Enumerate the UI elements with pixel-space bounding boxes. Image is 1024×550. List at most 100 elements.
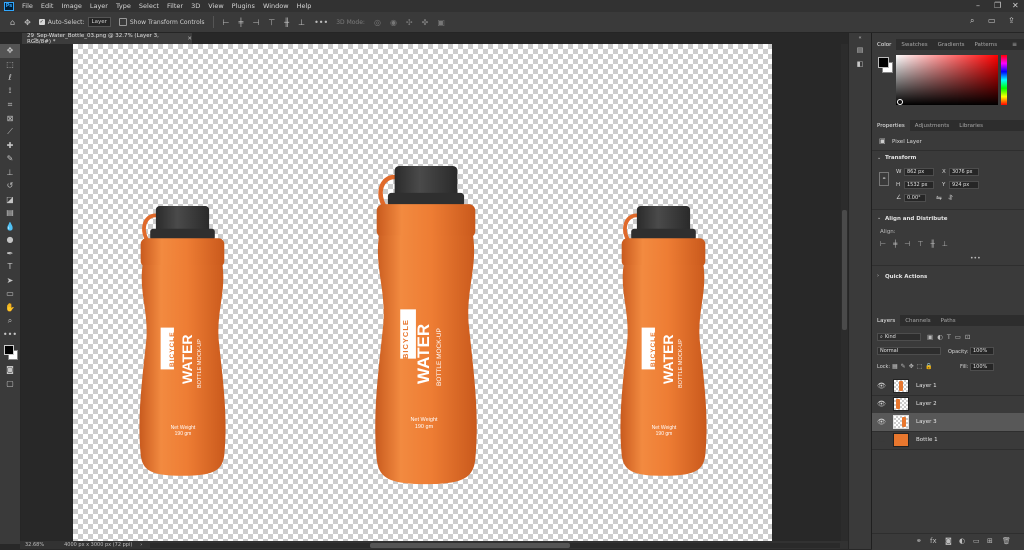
quick-select-tool-icon[interactable]: ⟟ — [0, 85, 20, 99]
menu-view[interactable]: View — [204, 2, 227, 10]
color-picker-cursor[interactable] — [897, 99, 903, 105]
more-options-icon[interactable]: ••• — [314, 18, 328, 27]
menu-window[interactable]: Window — [259, 2, 293, 10]
dodge-tool-icon[interactable]: ● — [0, 233, 20, 247]
type-tool-icon[interactable]: T — [0, 260, 20, 274]
document-canvas[interactable]: BICYCLE WATER BOTTLE MOCK-UP Net Weight … — [73, 44, 772, 541]
tab-color[interactable]: Color — [872, 39, 897, 50]
new-layer-icon[interactable]: ⊞ — [987, 537, 993, 545]
marquee-tool-icon[interactable]: ⬚ — [0, 58, 20, 72]
photoshop-logo-icon[interactable]: Ps — [4, 1, 14, 11]
tab-libraries[interactable]: Libraries — [954, 120, 988, 131]
rectangle-tool-icon[interactable]: ▭ — [0, 287, 20, 301]
align-hcenter-icon[interactable]: ╪ — [239, 18, 244, 27]
align-icons-row[interactable]: ⊢╪⊣⊤╫⊥ — [880, 240, 955, 248]
eyedropper-tool-icon[interactable]: ⟋ — [0, 125, 20, 139]
y-field[interactable]: 924 px — [949, 181, 979, 189]
layer-row-layer-3[interactable]: 👁 Layer 3 — [872, 413, 1024, 432]
color-foreground-swatch[interactable] — [878, 57, 889, 68]
edit-toolbar-icon[interactable]: ••• — [0, 328, 20, 342]
menu-image[interactable]: Image — [57, 2, 85, 10]
move-tool-icon[interactable]: ✥ — [0, 44, 20, 58]
chevron-down-icon[interactable]: ⌄ — [877, 155, 881, 161]
3d-roll-icon[interactable]: ◉ — [390, 18, 397, 27]
color-swatches[interactable] — [0, 341, 20, 363]
x-field[interactable]: 3076 px — [949, 168, 979, 176]
vertical-scroll-thumb[interactable] — [842, 210, 847, 330]
tab-gradients[interactable]: Gradients — [933, 39, 970, 50]
3d-scale-icon[interactable]: ▣ — [437, 18, 445, 27]
menu-select[interactable]: Select — [135, 2, 163, 10]
add-mask-icon[interactable]: ◙ — [945, 537, 952, 545]
home-icon[interactable]: ⌂ — [10, 18, 15, 27]
eraser-tool-icon[interactable]: ◪ — [0, 193, 20, 207]
quick-actions-header[interactable]: Quick Actions — [885, 274, 927, 280]
gradient-tool-icon[interactable]: ▤ — [0, 206, 20, 220]
3d-pan-icon[interactable]: ✣ — [406, 18, 413, 27]
clone-stamp-tool-icon[interactable]: ⊥ — [0, 166, 20, 180]
healing-brush-tool-icon[interactable]: ✚ — [0, 139, 20, 153]
link-layers-icon[interactable]: ⚭ — [916, 537, 922, 545]
align-top-icon[interactable]: ⊤ — [268, 18, 275, 27]
blur-tool-icon[interactable]: 💧 — [0, 220, 20, 234]
document-tab[interactable]: 29_Sep-Water_Bottle_03.png @ 32.7% (Laye… — [22, 33, 192, 45]
flip-vertical-icon[interactable]: ⥯ — [948, 194, 953, 203]
history-brush-tool-icon[interactable]: ↺ — [0, 179, 20, 193]
move-tool-icon[interactable]: ✥ — [24, 18, 31, 27]
color-field[interactable] — [896, 55, 998, 105]
menu-file[interactable]: File — [18, 2, 37, 10]
opacity-field[interactable]: 100% — [970, 347, 994, 355]
3d-orbit-icon[interactable]: ◎ — [374, 18, 381, 27]
tab-paths[interactable]: Paths — [936, 315, 961, 326]
align-bottom-icon[interactable]: ⊥ — [298, 18, 305, 27]
eye-icon[interactable]: 👁 — [877, 418, 887, 426]
workspace-icon[interactable]: ▭ — [988, 16, 996, 25]
pen-tool-icon[interactable]: ✒ — [0, 247, 20, 261]
minimize-icon[interactable]: – — [976, 1, 980, 10]
chevron-down-icon[interactable]: ⌄ — [877, 215, 881, 221]
tab-properties[interactable]: Properties — [872, 120, 910, 131]
tab-layers[interactable]: Layers — [872, 315, 901, 326]
tab-patterns[interactable]: Patterns — [969, 39, 1002, 50]
close-tab-icon[interactable]: ✕ — [187, 36, 192, 42]
share-icon[interactable]: ⇪ — [1008, 16, 1015, 25]
chevron-right-icon[interactable]: › — [877, 273, 879, 279]
link-icon[interactable]: ⚭ — [879, 172, 889, 186]
status-arrow-icon[interactable]: › — [140, 542, 142, 548]
close-icon[interactable]: ✕ — [1012, 1, 1019, 10]
lock-icons[interactable]: ▦✎✥⬚🔒 — [892, 363, 936, 370]
align-distribute-header[interactable]: Align and Distribute — [885, 216, 947, 222]
crop-tool-icon[interactable]: ⌗ — [0, 98, 20, 112]
align-right-icon[interactable]: ⊣ — [252, 18, 259, 27]
eye-icon[interactable]: 👁 — [877, 382, 887, 390]
history-panel-icon[interactable]: ▤ — [849, 43, 871, 57]
fill-field[interactable]: 100% — [970, 363, 994, 371]
menu-help[interactable]: Help — [293, 2, 316, 10]
menu-plugins[interactable]: Plugins — [228, 2, 259, 10]
styles-panel-icon[interactable]: ◧ — [849, 57, 871, 71]
layer-filter-dropdown[interactable]: ⌕ Kind — [877, 333, 921, 341]
layer-row-layer-1[interactable]: 👁 Layer 1 — [872, 377, 1024, 396]
flip-horizontal-icon[interactable]: ⇋ — [936, 194, 942, 202]
zoom-tool-icon[interactable]: ⌕ — [0, 314, 20, 328]
fx-icon[interactable]: fx — [930, 537, 937, 545]
tab-adjustments[interactable]: Adjustments — [910, 120, 954, 131]
transform-header[interactable]: Transform — [885, 155, 916, 161]
frame-tool-icon[interactable]: ⊠ — [0, 112, 20, 126]
trash-icon[interactable]: 🗑 — [1002, 537, 1011, 545]
zoom-level[interactable]: 32.68% — [25, 542, 44, 548]
menu-layer[interactable]: Layer — [86, 2, 112, 10]
layer-row-layer-2[interactable]: 👁 Layer 2 — [872, 395, 1024, 414]
path-select-tool-icon[interactable]: ➤ — [0, 274, 20, 288]
screen-mode-icon[interactable]: ▢ — [0, 377, 20, 391]
adjustment-layer-icon[interactable]: ◐ — [959, 537, 965, 545]
search-icon[interactable]: ⌕ — [970, 16, 974, 26]
maximize-icon[interactable]: ❐ — [994, 1, 1001, 10]
panel-menu-icon[interactable]: ≡ — [1012, 41, 1017, 48]
more-options-icon[interactable]: ••• — [970, 255, 981, 262]
tab-channels[interactable]: Channels — [900, 315, 935, 326]
brush-tool-icon[interactable]: ✎ — [0, 152, 20, 166]
lasso-tool-icon[interactable]: ℓ — [0, 71, 20, 85]
eye-icon[interactable]: 👁 — [877, 400, 887, 408]
layer-row-bottle-1[interactable]: 👁 Bottle 1 — [872, 431, 1024, 450]
